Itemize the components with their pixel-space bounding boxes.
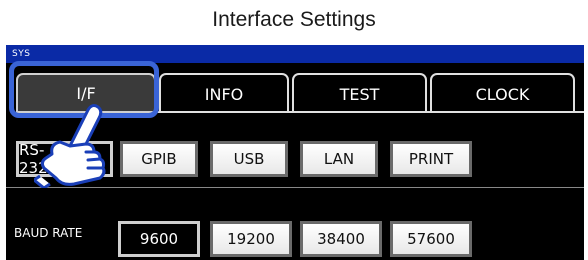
title-bar: Interface Settings [0, 0, 588, 45]
baud-19200-label: 19200 [227, 230, 275, 248]
baud-9600-button[interactable]: 9600 [118, 221, 200, 257]
tab-underline [156, 111, 584, 113]
usb-label: USB [233, 150, 265, 168]
tab-clock[interactable]: CLOCK [430, 73, 575, 113]
baud-19200-button[interactable]: 19200 [210, 221, 292, 257]
baud-38400-button[interactable]: 38400 [300, 221, 382, 257]
baud-38400-label: 38400 [317, 230, 365, 248]
print-button[interactable]: PRINT [390, 141, 472, 177]
usb-button[interactable]: USB [210, 141, 288, 177]
hand-pointer-icon [34, 104, 106, 188]
mode-label: SYS [12, 49, 31, 59]
tab-test[interactable]: TEST [292, 73, 427, 113]
page-title: Interface Settings [212, 8, 376, 31]
baud-rate-label: BAUD RATE [14, 226, 83, 240]
gpib-button[interactable]: GPIB [120, 141, 198, 177]
tab-test-label: TEST [339, 84, 380, 104]
baud-9600-label: 9600 [139, 230, 179, 248]
tab-info[interactable]: INFO [159, 73, 289, 113]
lan-button[interactable]: LAN [300, 141, 378, 177]
lan-label: LAN [323, 150, 355, 168]
gpib-label: GPIB [141, 150, 177, 168]
print-label: PRINT [408, 150, 454, 168]
tab-info-label: INFO [204, 84, 244, 104]
tab-clock-label: CLOCK [475, 84, 530, 104]
baud-57600-label: 57600 [407, 230, 455, 248]
baud-57600-button[interactable]: 57600 [390, 221, 472, 257]
